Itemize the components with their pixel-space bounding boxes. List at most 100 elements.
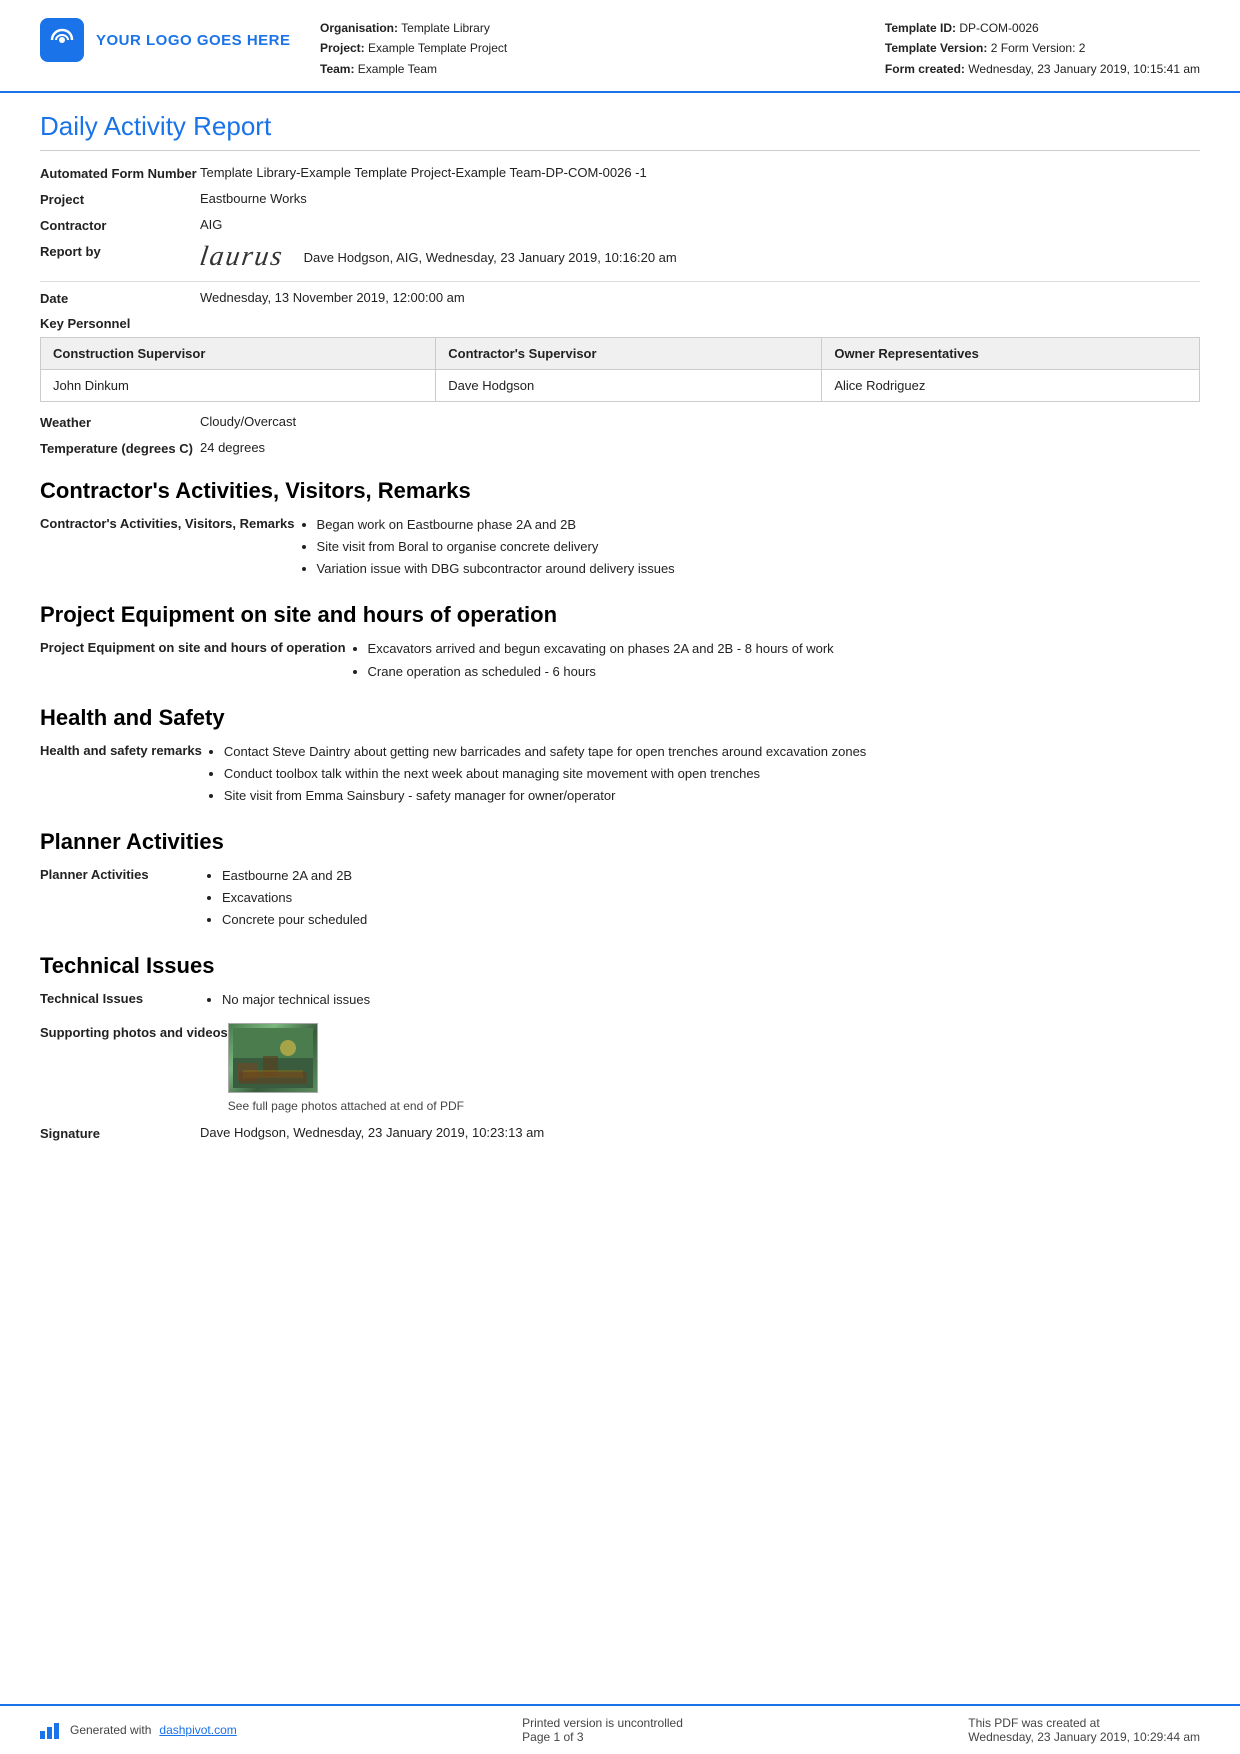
activities-list: Began work on Eastbourne phase 2A and 2B… [295,514,1200,580]
photo-thumbnail [228,1023,318,1093]
list-item: Site visit from Emma Sainsbury - safety … [224,785,1200,807]
list-item: Conduct toolbox talk within the next wee… [224,763,1200,785]
planner-heading: Planner Activities [40,829,1200,855]
org-label: Organisation: [320,21,398,35]
supporting-row: Supporting photos and videos See full pa… [40,1023,1200,1113]
equipment-row: Project Equipment on site and hours of o… [40,638,1200,682]
planner-row: Planner Activities Eastbourne 2A and 2B … [40,865,1200,931]
team-value: Example Team [358,62,437,76]
technical-row: Technical Issues No major technical issu… [40,989,1200,1011]
contractor-row: Contractor AIG [40,217,1200,233]
form-number-row: Automated Form Number Template Library-E… [40,165,1200,181]
contractor-label: Contractor [40,217,200,233]
weather-label: Weather [40,414,200,430]
date-row: Date Wednesday, 13 November 2019, 12:00:… [40,290,1200,306]
uncontrolled-text: Printed version is uncontrolled [522,1716,683,1730]
list-item: Excavations [222,887,1200,909]
health-safety-label: Health and safety remarks [40,741,202,758]
project-value: Example Template Project [368,41,507,55]
personnel-header-row: Construction Supervisor Contractor's Sup… [41,338,1200,370]
table-row: John Dinkum Dave Hodgson Alice Rodriguez [41,370,1200,402]
report-by-value: laurus Dave Hodgson, AIG, Wednesday, 23 … [200,243,1200,271]
header: YOUR LOGO GOES HERE Organisation: Templa… [0,0,1240,93]
temperature-label: Temperature (degrees C) [40,440,200,456]
list-item: Contact Steve Daintry about getting new … [224,741,1200,763]
temperature-row: Temperature (degrees C) 24 degrees [40,440,1200,456]
form-created-line: Form created: Wednesday, 23 January 2019… [885,59,1200,79]
construction-supervisor-value: John Dinkum [41,370,436,402]
list-item: Variation issue with DBG subcontractor a… [317,558,1200,580]
template-id-label: Template ID: [885,21,956,35]
signature-drawing: laurus [198,243,286,271]
owner-rep-value: Alice Rodriguez [822,370,1200,402]
contractor-value: AIG [200,217,1200,232]
template-version-value: 2 Form Version: 2 [991,41,1086,55]
footer-right: This PDF was created at Wednesday, 23 Ja… [968,1716,1200,1744]
health-safety-list: Contact Steve Daintry about getting new … [202,741,1200,807]
main-content: Daily Activity Report Automated Form Num… [0,93,1240,1754]
list-item: Began work on Eastbourne phase 2A and 2B [317,514,1200,536]
signature-label: Signature [40,1125,200,1141]
photo-caption: See full page photos attached at end of … [228,1099,464,1113]
form-created-label: Form created: [885,62,965,76]
technical-list: No major technical issues [200,989,1200,1011]
project-row: Project Eastbourne Works [40,191,1200,207]
date-value: Wednesday, 13 November 2019, 12:00:00 am [200,290,1200,305]
weather-value: Cloudy/Overcast [200,414,1200,429]
form-created-value: Wednesday, 23 January 2019, 10:15:41 am [968,62,1200,76]
project-field-label: Project [40,191,200,207]
signature-row: Signature Dave Hodgson, Wednesday, 23 Ja… [40,1125,1200,1141]
equipment-list: Excavators arrived and begun excavating … [346,638,1200,682]
planner-list: Eastbourne 2A and 2B Excavations Concret… [200,865,1200,931]
technical-label: Technical Issues [40,989,200,1006]
bar1 [40,1731,45,1739]
page-text: Page 1 of 3 [522,1730,683,1744]
report-by-signer: Dave Hodgson, AIG, Wednesday, 23 January… [304,250,677,265]
bar3 [54,1723,59,1739]
team-line: Team: Example Team [320,59,865,79]
template-id-line: Template ID: DP-COM-0026 [885,18,1200,38]
dashpivot-link[interactable]: dashpivot.com [159,1723,236,1737]
report-by-label: Report by [40,243,200,259]
col-contractor-supervisor: Contractor's Supervisor [436,338,822,370]
list-item: Eastbourne 2A and 2B [222,865,1200,887]
project-label: Project: [320,41,365,55]
supporting-label: Supporting photos and videos [40,1023,228,1040]
report-title: Daily Activity Report [40,111,1200,151]
project-line: Project: Example Template Project [320,38,865,58]
org-value: Template Library [401,21,490,35]
supporting-content: See full page photos attached at end of … [228,1023,464,1113]
col-owner-rep: Owner Representatives [822,338,1200,370]
project-field-value: Eastbourne Works [200,191,1200,206]
list-item: No major technical issues [222,989,1200,1011]
list-item: Site visit from Boral to organise concre… [317,536,1200,558]
template-version-line: Template Version: 2 Form Version: 2 [885,38,1200,58]
footer: Generated with dashpivot.com Printed ver… [0,1704,1240,1754]
list-item: Excavators arrived and begun excavating … [368,638,1200,660]
date-label: Date [40,290,200,306]
signature-value: Dave Hodgson, Wednesday, 23 January 2019… [200,1125,1200,1140]
equipment-heading: Project Equipment on site and hours of o… [40,602,1200,628]
logo-text: YOUR LOGO GOES HERE [96,32,291,49]
planner-label: Planner Activities [40,865,200,882]
activities-label: Contractor's Activities, Visitors, Remar… [40,514,295,531]
report-by-row: Report by laurus Dave Hodgson, AIG, Wedn… [40,243,1200,271]
header-middle: Organisation: Template Library Project: … [300,18,885,79]
temperature-value: 24 degrees [200,440,1200,455]
template-version-label: Template Version: [885,41,987,55]
page: YOUR LOGO GOES HERE Organisation: Templa… [0,0,1240,1754]
footer-middle: Printed version is uncontrolled Page 1 o… [522,1716,683,1744]
contractor-supervisor-value: Dave Hodgson [436,370,822,402]
logo-area: YOUR LOGO GOES HERE [40,18,300,62]
pdf-created-label: This PDF was created at [968,1716,1200,1730]
list-item: Crane operation as scheduled - 6 hours [368,661,1200,683]
health-safety-heading: Health and Safety [40,705,1200,731]
personnel-table: Construction Supervisor Contractor's Sup… [40,337,1200,402]
activities-heading: Contractor's Activities, Visitors, Remar… [40,478,1200,504]
org-line: Organisation: Template Library [320,18,865,38]
list-item: Concrete pour scheduled [222,909,1200,931]
logo-icon [40,18,84,62]
equipment-label: Project Equipment on site and hours of o… [40,638,346,655]
health-safety-row: Health and safety remarks Contact Steve … [40,741,1200,807]
bar2 [47,1727,52,1739]
